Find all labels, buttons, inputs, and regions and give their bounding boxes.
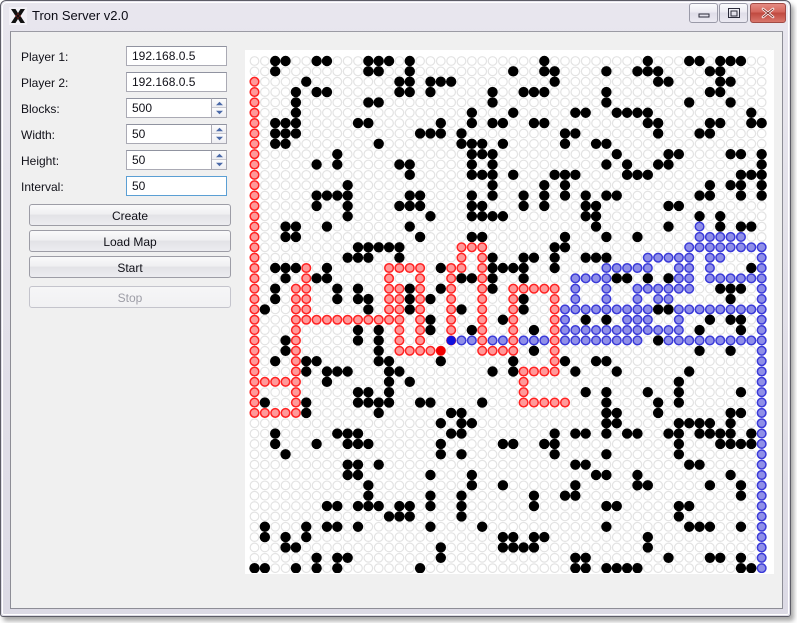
player2-head-marker [446,335,456,346]
caret-up-icon [216,153,223,158]
height-stepper-down[interactable] [212,160,226,169]
load-map-button[interactable]: Load Map [29,230,231,252]
caret-up-icon [216,101,223,106]
width-input[interactable] [126,124,211,144]
player1-input[interactable] [126,46,227,66]
player2-input[interactable] [126,72,227,92]
minimize-icon [698,13,710,18]
height-stepper-up[interactable] [212,151,226,160]
label-width: Width: [21,128,56,142]
height-input[interactable] [126,150,211,170]
label-blocks: Blocks: [21,102,60,116]
client-area: Player 1: Player 2: Blocks: Width: Heigh… [10,31,783,609]
label-height: Height: [21,154,60,168]
close-icon [761,7,775,19]
application-window: Tron Server v2.0 Player 1: Player 2: Blo… [0,0,791,617]
minimize-button[interactable] [689,3,718,23]
label-player1: Player 1: [21,50,69,64]
maximize-button[interactable] [719,3,748,23]
width-stepper-down[interactable] [212,134,226,143]
create-button[interactable]: Create [29,204,231,226]
caret-down-icon [216,162,223,167]
game-board-panel[interactable] [245,50,774,574]
height-stepper[interactable] [211,150,227,170]
blocks-stepper[interactable] [211,98,227,118]
label-player2: Player 2: [21,76,69,90]
label-interval: Interval: [21,180,64,194]
caret-down-icon [216,136,223,141]
tron-x-icon [9,7,27,25]
start-button[interactable]: Start [29,256,231,278]
window-title: Tron Server v2.0 [32,8,129,23]
title-bar[interactable]: Tron Server v2.0 [1,1,790,31]
interval-input[interactable] [126,176,227,196]
caret-up-icon [216,127,223,132]
player1-head-marker [436,346,446,356]
close-button[interactable] [750,3,786,23]
game-board-grid[interactable] [246,51,773,573]
stop-button: Stop [29,286,231,308]
maximize-icon [728,8,740,18]
blocks-stepper-up[interactable] [212,99,226,108]
width-stepper[interactable] [211,124,227,144]
width-stepper-up[interactable] [212,125,226,134]
caret-down-icon [216,110,223,115]
blocks-stepper-down[interactable] [212,108,226,117]
blocks-input[interactable] [126,98,211,118]
